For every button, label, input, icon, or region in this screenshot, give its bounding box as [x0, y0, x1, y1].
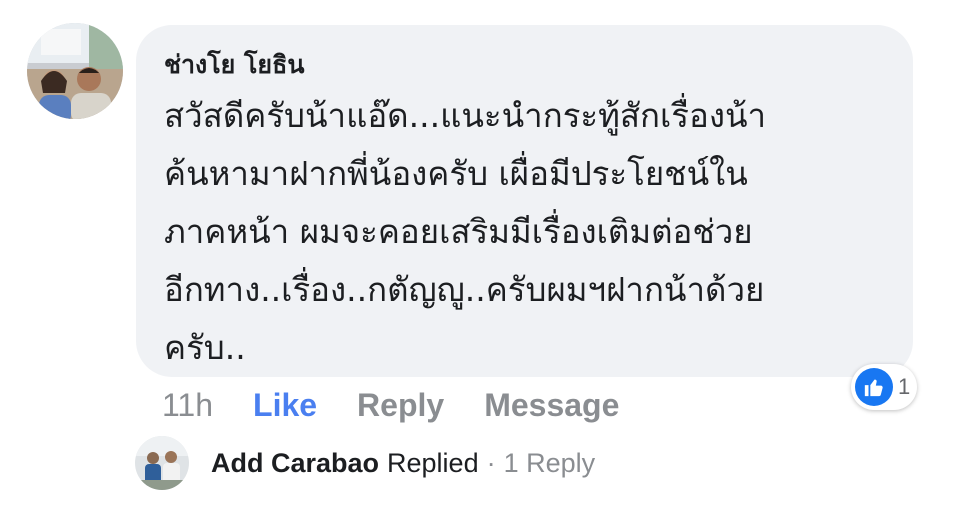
comment-bubble: ช่างโย โยธิน สวัสดีครับน้าแอ๊ด...แนะนำกร… [136, 25, 913, 377]
message-button[interactable]: Message [484, 387, 619, 424]
reply-author-name: Add Carabao [211, 447, 380, 478]
thumbs-up-icon [855, 368, 893, 406]
like-button[interactable]: Like [253, 387, 317, 424]
avatar-photo [27, 23, 123, 119]
comment-timestamp[interactable]: 11h [162, 387, 213, 424]
reply-author-avatar [135, 436, 189, 490]
comment-thread: ช่างโย โยธิน สวัสดีครับน้าแอ๊ด...แนะนำกร… [0, 0, 960, 520]
commenter-avatar[interactable] [27, 23, 123, 119]
separator-dot: · [486, 447, 496, 478]
reaction-count: 1 [898, 374, 911, 399]
comment-author-name[interactable]: ช่างโย โยธิน [164, 45, 883, 85]
reply-count: 1 Reply [503, 447, 596, 478]
comment-text: สวัสดีครับน้าแอ๊ด...แนะนำกระทู้สักเรื่อง… [164, 96, 767, 367]
comment-actions: 11h Like Reply Message [162, 382, 659, 428]
view-replies-link[interactable]: Add Carabao Replied · 1 Reply [135, 436, 595, 490]
reply-button[interactable]: Reply [357, 387, 444, 424]
reply-avatar-photo [135, 436, 189, 490]
reactions-badge[interactable]: 1 [851, 364, 917, 410]
replied-label: Replied [387, 447, 479, 478]
